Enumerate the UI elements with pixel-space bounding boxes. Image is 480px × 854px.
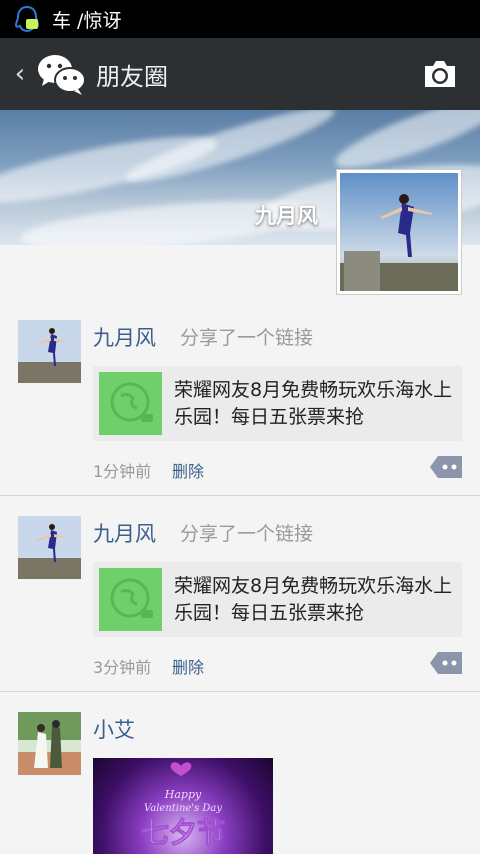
delete-link[interactable]: 删除 <box>172 458 204 482</box>
post-action: 分享了一个链接 <box>180 523 314 545</box>
avatar[interactable] <box>18 712 81 775</box>
page-title: 朋友圈 <box>96 62 168 91</box>
profile-avatar[interactable] <box>336 169 462 295</box>
post-author[interactable]: 小艾 <box>93 714 135 744</box>
comment-icon[interactable] <box>430 652 462 674</box>
comment-icon[interactable] <box>430 456 462 478</box>
cover-username: 九月风 <box>255 204 318 228</box>
status-bar: 车 /惊讶 <box>0 0 480 38</box>
post-author[interactable]: 九月风 <box>93 322 156 352</box>
delete-link[interactable]: 删除 <box>172 654 204 678</box>
post-image[interactable]: Happy Valentine's Day 七夕节 <box>93 758 273 854</box>
post-action: 分享了一个链接 <box>180 327 314 349</box>
camera-icon[interactable] <box>422 58 458 90</box>
avatar[interactable] <box>18 516 81 579</box>
post-time: 3分钟前 <box>93 658 152 677</box>
link-thumbnail <box>99 372 162 435</box>
wechat-logo-icon <box>36 52 88 96</box>
moment-post: 九月风 分享了一个链接 荣耀网友8月免费畅玩欢乐海水上乐园！每日五张票来抢 1分… <box>0 300 480 496</box>
moment-post: 九月风 分享了一个链接 荣耀网友8月免费畅玩欢乐海水上乐园！每日五张票来抢 3分… <box>0 496 480 692</box>
link-title: 荣耀网友8月免费畅玩欢乐海水上乐园！每日五张票来抢 <box>174 378 453 428</box>
image-caption-happy: Happy <box>164 788 202 801</box>
post-author[interactable]: 九月风 <box>93 518 156 548</box>
post-time: 1分钟前 <box>93 462 152 481</box>
link-title: 荣耀网友8月免费畅玩欢乐海水上乐园！每日五张票来抢 <box>174 574 453 624</box>
shared-link-card[interactable]: 荣耀网友8月免费畅玩欢乐海水上乐园！每日五张票来抢 <box>93 366 462 441</box>
back-button[interactable]: ‹ <box>0 59 36 89</box>
status-text: 车 /惊讶 <box>52 9 122 32</box>
title-bar: ‹ 朋友圈 <box>0 38 480 110</box>
qq-notification-icon <box>14 5 40 33</box>
link-thumbnail <box>99 568 162 631</box>
avatar[interactable] <box>18 320 81 383</box>
shared-link-card[interactable]: 荣耀网友8月免费畅玩欢乐海水上乐园！每日五张票来抢 <box>93 562 462 637</box>
image-caption-valentine: Valentine's Day <box>144 803 222 814</box>
moment-post: 小艾 Happy Valentine's Day 七夕节 <box>0 692 480 854</box>
image-caption-qixi: 七夕节 <box>141 816 225 849</box>
